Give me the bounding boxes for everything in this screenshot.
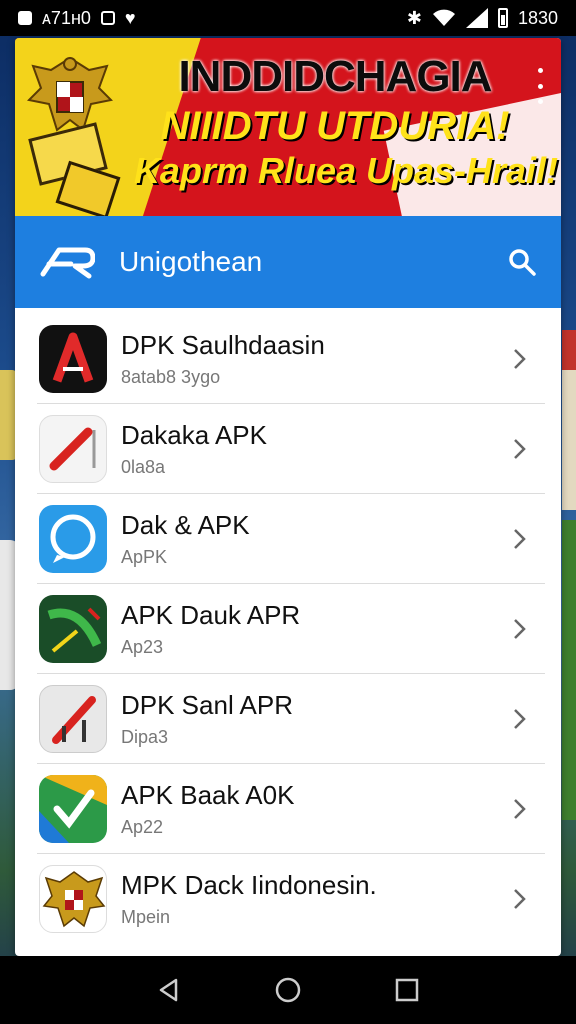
app-logo-icon [40,247,95,279]
status-time: 1830 [517,7,558,28]
list-item[interactable]: Dak & APK ApPK [37,494,545,584]
app-bar-title: Unigothean [119,246,263,277]
status-left-text: ᴀ71ʜ0 [42,7,91,28]
red-stylus-icon [39,684,107,753]
navigation-bar [0,956,576,1024]
app-name: MPK Dack Iindonesin. [121,870,377,900]
app-subtitle: Dipa3 [121,726,169,747]
message-icon [100,11,115,25]
background-roof [562,330,576,370]
letter-a-icon [39,324,107,393]
signal-icon [465,8,488,28]
home-icon[interactable] [274,976,302,1004]
promo-banner[interactable]: INDDIDCHAGIA NIIIDTU UTDURIA! Kaprm Rlue… [15,38,561,216]
wifi-icon [432,9,455,26]
chevron-right-icon [514,889,526,909]
back-icon[interactable] [155,976,183,1004]
chevron-right-icon [514,618,526,639]
app-subtitle: Mpein [121,907,171,927]
app-name: DPK Saulhdaasin [121,329,325,360]
chat-bubble-icon [39,504,107,573]
chevron-right-icon [514,348,526,369]
recents-icon[interactable] [393,976,421,1004]
green-arrow-icon [39,594,107,663]
battery-icon [497,8,508,28]
overflow-menu-icon[interactable] [533,68,547,104]
banner-tagline: Kaprm Rluea Upas-Hrail! [133,150,559,191]
banner-subheadline: NIIIDTU UTDURIA! [160,104,510,148]
app-subtitle: 0la8a [121,456,166,477]
list-item[interactable]: DPK Sanl APR Dipa3 [37,674,545,764]
list-item[interactable]: MPK Dack Iindonesin. Mpein [37,854,545,944]
app-name: APK Baak A0K [121,779,295,810]
chevron-right-icon [514,528,526,549]
chevron-right-icon [514,708,526,729]
app-subtitle: Ap22 [121,816,164,837]
bluetooth-icon: ✱ [406,7,422,28]
checkmark-icon [39,774,107,843]
list-item[interactable]: APK Dauk APR Ap23 [37,584,545,674]
app-subtitle: ApPK [121,546,168,567]
status-bar: ᴀ71ʜ0 ♥ ✱ 1830 [0,0,576,36]
garuda-emblem-icon [39,865,107,933]
list-item[interactable]: Dakaka APK 0la8a [37,404,545,494]
background-grass [562,520,576,820]
list-item[interactable]: APK Baak A0K Ap22 [37,764,545,854]
search-icon[interactable] [507,247,537,277]
background-wall [562,370,576,510]
chevron-right-icon [514,798,526,819]
app-name: DPK Sanl APR [121,689,293,720]
app-name: Dak & APK [121,509,250,540]
banner-headline: INDDIDCHAGIA [178,52,492,101]
app-name: APK Dauk APR [121,599,301,630]
heart-icon: ♥ [124,8,136,28]
chevron-right-icon [514,438,526,459]
app-name: Dakaka APK [121,419,267,450]
app-list: DPK Saulhdaasin 8atab8 3ygo Dakaka APK 0… [37,314,545,944]
list-item[interactable]: DPK Saulhdaasin 8atab8 3ygo [37,314,545,404]
app-subtitle: 8atab8 3ygo [121,366,221,387]
app-bar: Unigothean [15,216,561,308]
app-subtitle: Ap23 [121,636,164,657]
notification-icon [18,11,32,25]
pencil-icon [39,414,107,483]
